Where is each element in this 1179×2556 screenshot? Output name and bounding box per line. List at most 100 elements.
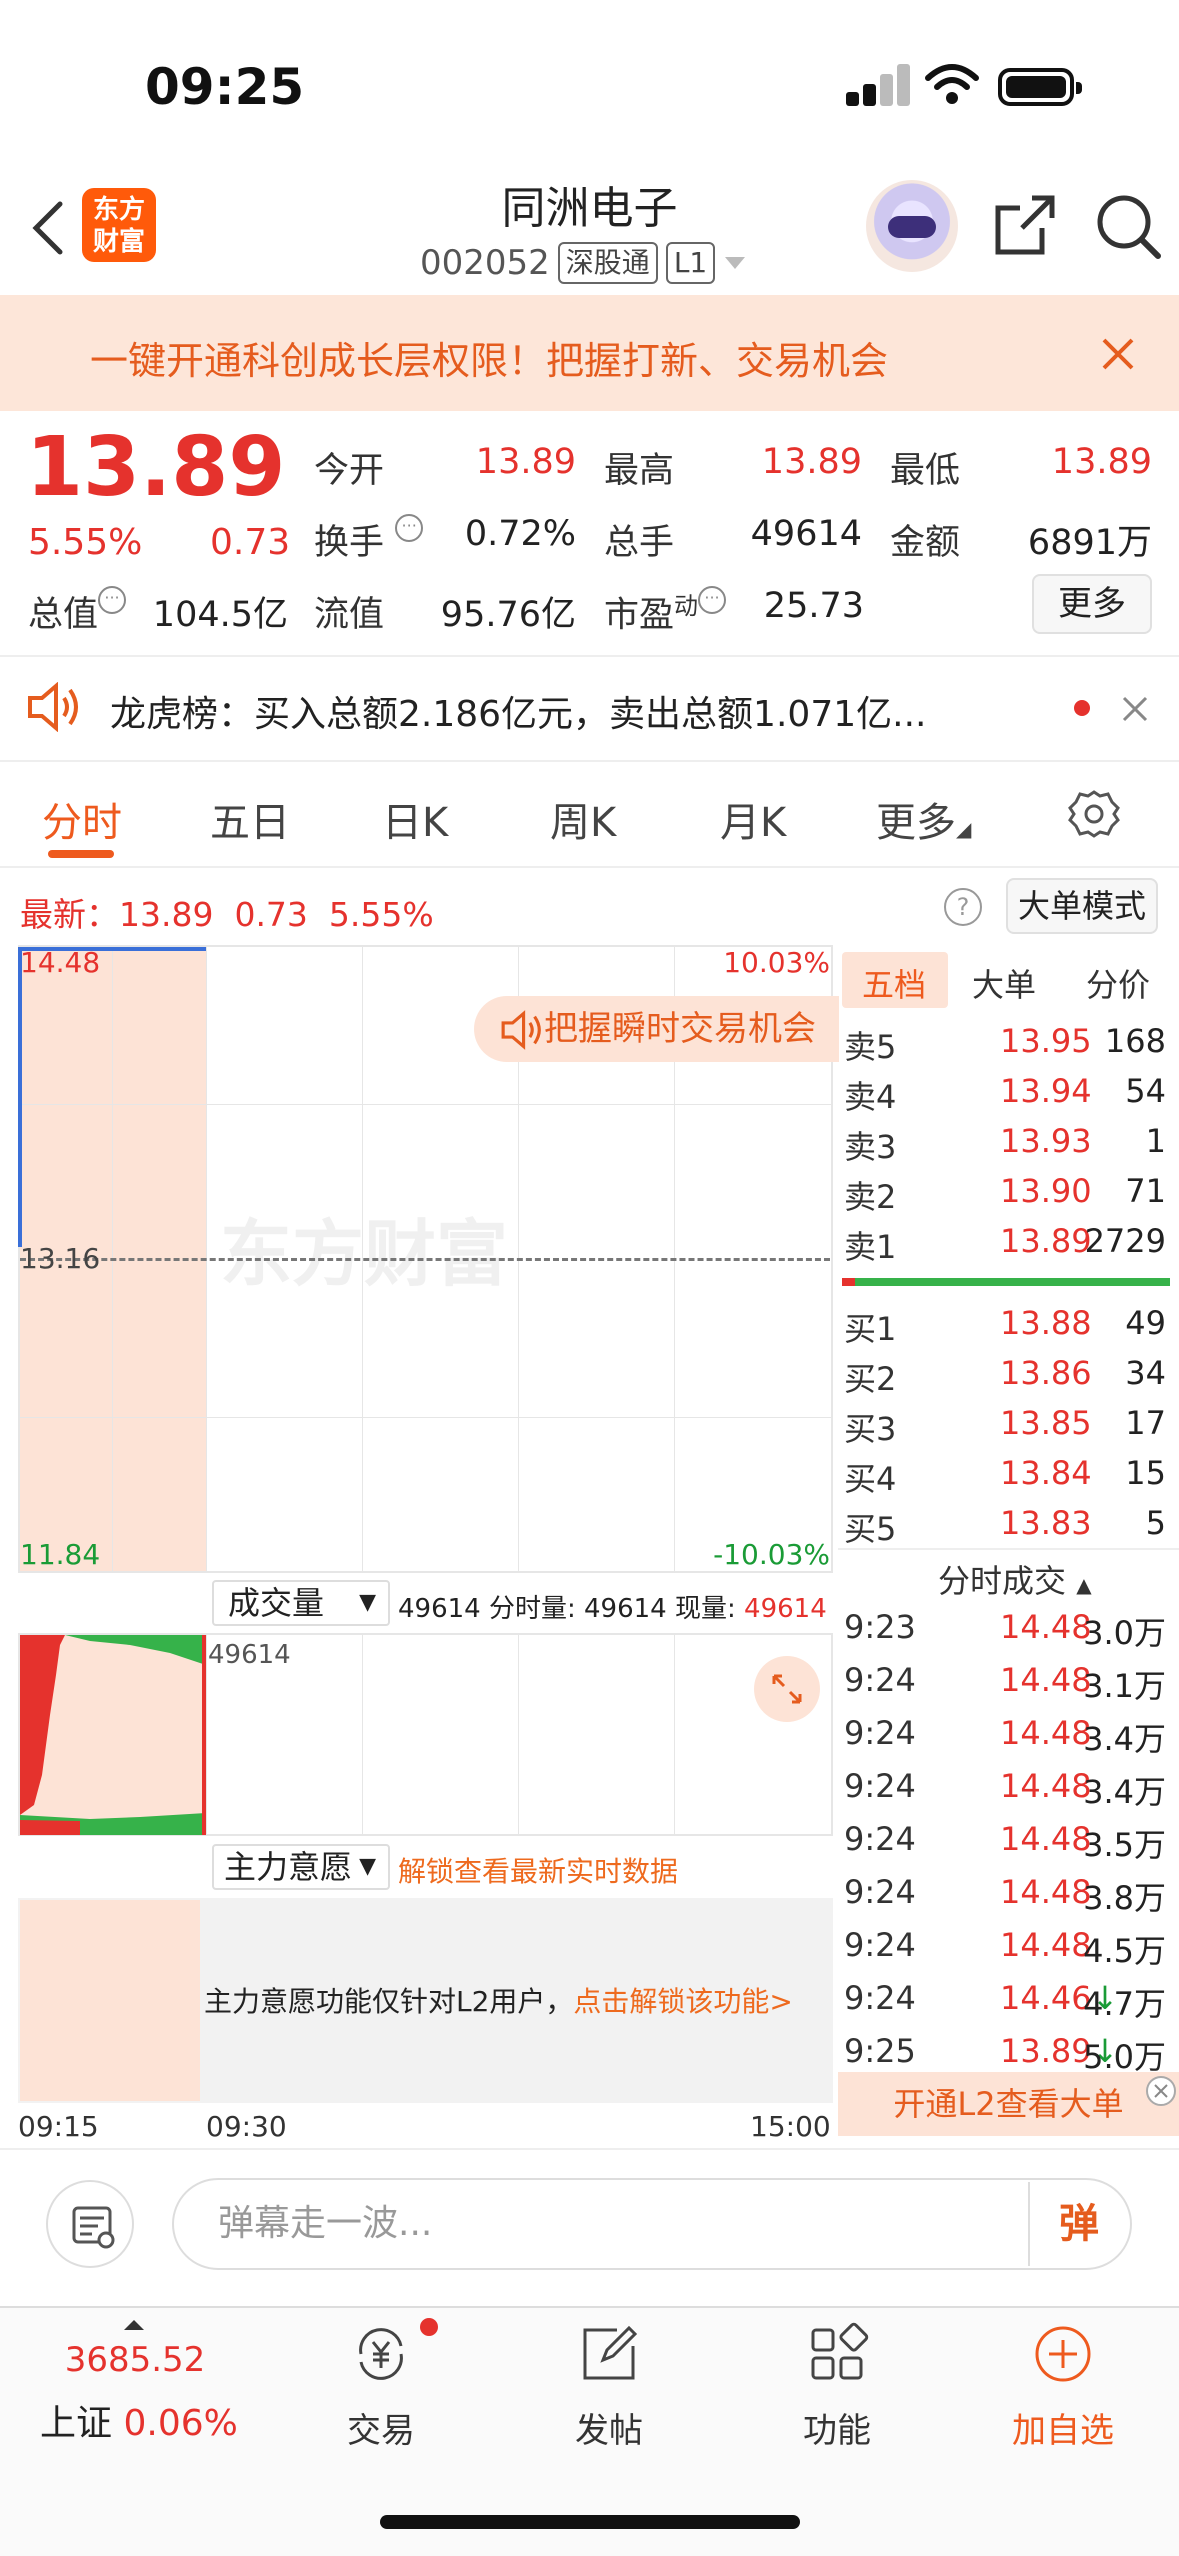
book-tab-big-order[interactable]: 大单 <box>972 960 1036 1006</box>
amount-label: 金额 <box>890 523 961 563</box>
tab-more[interactable]: 更多◢ <box>876 790 971 848</box>
tab-monthly-k[interactable]: 月K <box>720 790 786 848</box>
nav-trade[interactable]: 交易 <box>306 2322 456 2452</box>
ask-row-3: 卖3 13.93 1 <box>844 1122 1166 1166</box>
home-indicator <box>380 2515 800 2529</box>
trade-row: 9:23 14.48 3.0万 <box>844 1608 1166 1652</box>
intent-chart-fill <box>20 1900 200 2101</box>
change-percent: 5.55% <box>28 522 143 563</box>
low-label: 最低 <box>890 451 961 491</box>
close-l2-icon[interactable] <box>1146 2076 1176 2106</box>
time-axis-start: 09:15 <box>18 2110 99 2143</box>
grid-functions-icon <box>811 2322 869 2380</box>
status-time: 09:25 <box>145 58 305 116</box>
pe-label[interactable]: 市盈动 ··· <box>604 586 727 638</box>
stock-code: 002052 <box>420 243 550 283</box>
unlock-realtime-link[interactable]: 解锁查看最新实时数据 <box>398 1850 678 1890</box>
divider <box>0 655 1179 657</box>
volume-label: 总手 <box>604 523 675 563</box>
high-label: 最高 <box>604 451 675 491</box>
divider <box>0 2148 1179 2150</box>
book-tab-five-level[interactable]: 五档 <box>862 960 926 1006</box>
ask-row-4: 卖4 13.94 54 <box>844 1072 1166 1116</box>
tab-weekly-k[interactable]: 周K <box>550 790 616 848</box>
volume-value: 49614 <box>750 514 862 554</box>
caret-up-icon <box>124 2320 144 2330</box>
add-circle-icon <box>1035 2326 1091 2382</box>
open-label: 今开 <box>314 451 385 491</box>
nav-add-watchlist[interactable]: 加自选 <box>988 2322 1138 2452</box>
edit-post-icon <box>583 2325 638 2380</box>
pct-axis-high: 10.03% <box>723 946 830 979</box>
close-banner-icon[interactable] <box>1100 336 1136 372</box>
search-icon[interactable] <box>1092 190 1164 262</box>
float-value: 95.76亿 <box>440 595 576 635</box>
ask-row-1: 卖1 13.89 2729 <box>844 1222 1166 1266</box>
mktcap-value: 104.5亿 <box>152 595 288 635</box>
divider <box>0 760 1179 762</box>
trade-row: 9:24 14.48 3.1万 <box>844 1661 1166 1705</box>
caret-down-icon <box>725 257 746 269</box>
speaker-icon <box>28 682 78 732</box>
time-axis-open: 09:30 <box>206 2110 287 2143</box>
settings-gear-icon[interactable] <box>1068 788 1120 840</box>
divider <box>838 1548 1179 1550</box>
danmu-send-button[interactable]: 弹 <box>1028 2182 1128 2266</box>
nav-post[interactable]: 发帖 <box>534 2322 684 2452</box>
close-notice-icon[interactable] <box>1120 694 1150 724</box>
bid-row-1: 买1 13.88 49 <box>844 1304 1166 1348</box>
pe-value: 25.73 <box>763 586 864 626</box>
turnover-value: 0.72% <box>464 514 576 554</box>
help-icon[interactable]: ? <box>944 888 982 926</box>
turnover-label[interactable]: 换手 ··· <box>314 514 424 565</box>
change-amount: 0.73 <box>210 522 291 563</box>
nav-functions[interactable]: 功能 <box>762 2322 912 2452</box>
assistant-avatar[interactable] <box>866 180 958 272</box>
watermark: 东方财富 <box>220 1212 509 1296</box>
low-value: 13.89 <box>1051 442 1152 482</box>
mktcap-label[interactable]: 总值 ··· <box>28 586 127 637</box>
divider <box>0 866 1179 868</box>
ask-row-2: 卖2 13.90 71 <box>844 1172 1166 1216</box>
danmu-settings-icon[interactable] <box>46 2180 134 2268</box>
index-value[interactable]: 3685.52 <box>40 2340 230 2380</box>
info-icon: ··· <box>395 514 424 542</box>
stock-code-row[interactable]: 002052 深股通 L1 <box>420 242 747 284</box>
tab-five-day[interactable]: 五日 <box>210 790 290 848</box>
prev-close-line <box>20 1258 830 1261</box>
trade-badge-dot <box>420 2318 438 2336</box>
volume-axis-value: 49614 <box>208 1640 291 1670</box>
battery-icon <box>998 68 1082 106</box>
share-icon[interactable] <box>992 192 1058 258</box>
intent-note: 主力意愿功能仅针对L2用户，点击解锁该功能> <box>204 1985 793 2018</box>
expand-icon[interactable] <box>754 1656 820 1722</box>
high-value: 13.89 <box>761 442 862 482</box>
divider <box>0 2306 1179 2308</box>
dragon-tiger-notice[interactable]: 龙虎榜：买入总额2.186亿元，卖出总额1.071亿... <box>110 685 926 737</box>
bid-row-3: 买3 13.85 17 <box>844 1404 1166 1448</box>
tab-daily-k[interactable]: 日K <box>382 790 448 848</box>
more-button[interactable]: 更多 <box>1032 574 1152 634</box>
time-axis-close: 15:00 <box>750 2110 831 2143</box>
bid-row-2: 买2 13.86 34 <box>844 1354 1166 1398</box>
big-order-mode-button[interactable]: 大单模式 <box>1006 878 1158 934</box>
danmu-input[interactable]: 弹幕走一波... <box>172 2178 1132 2270</box>
pct-axis-low: -10.03% <box>713 1538 830 1571</box>
trade-row: 9:24 14.48 3.4万 <box>844 1714 1166 1758</box>
volume-indicator-select[interactable]: 成交量 ▼ <box>212 1580 390 1626</box>
trade-row: 9:24 14.48 4.5万 <box>844 1926 1166 1970</box>
speaker-icon <box>501 1010 541 1050</box>
book-tab-price-dist[interactable]: 分价 <box>1086 960 1150 1006</box>
intent-indicator-select[interactable]: 主力意愿 ▼ <box>212 1844 390 1890</box>
trades-title[interactable]: 分时成交 ▲ <box>938 1556 1092 1602</box>
open-l2-button[interactable]: 开通L2查看大单 <box>838 2072 1179 2136</box>
index-summary[interactable]: 上证 0.06% <box>40 2394 238 2446</box>
unlock-feature-link[interactable]: 点击解锁该功能> <box>573 1985 792 2018</box>
level-tag: L1 <box>665 242 716 284</box>
y-axis-low: 11.84 <box>20 1538 101 1571</box>
tab-intraday[interactable]: 分时 <box>42 790 122 848</box>
volume-readout: 49614 分时量: 49614 现量: 49614 <box>398 1594 827 1624</box>
price-line-open <box>18 947 22 1247</box>
promo-banner-text: 一键开通科创成长层权限！把握打新、交易机会 <box>90 339 889 383</box>
cellular-signal-icon <box>846 62 910 106</box>
